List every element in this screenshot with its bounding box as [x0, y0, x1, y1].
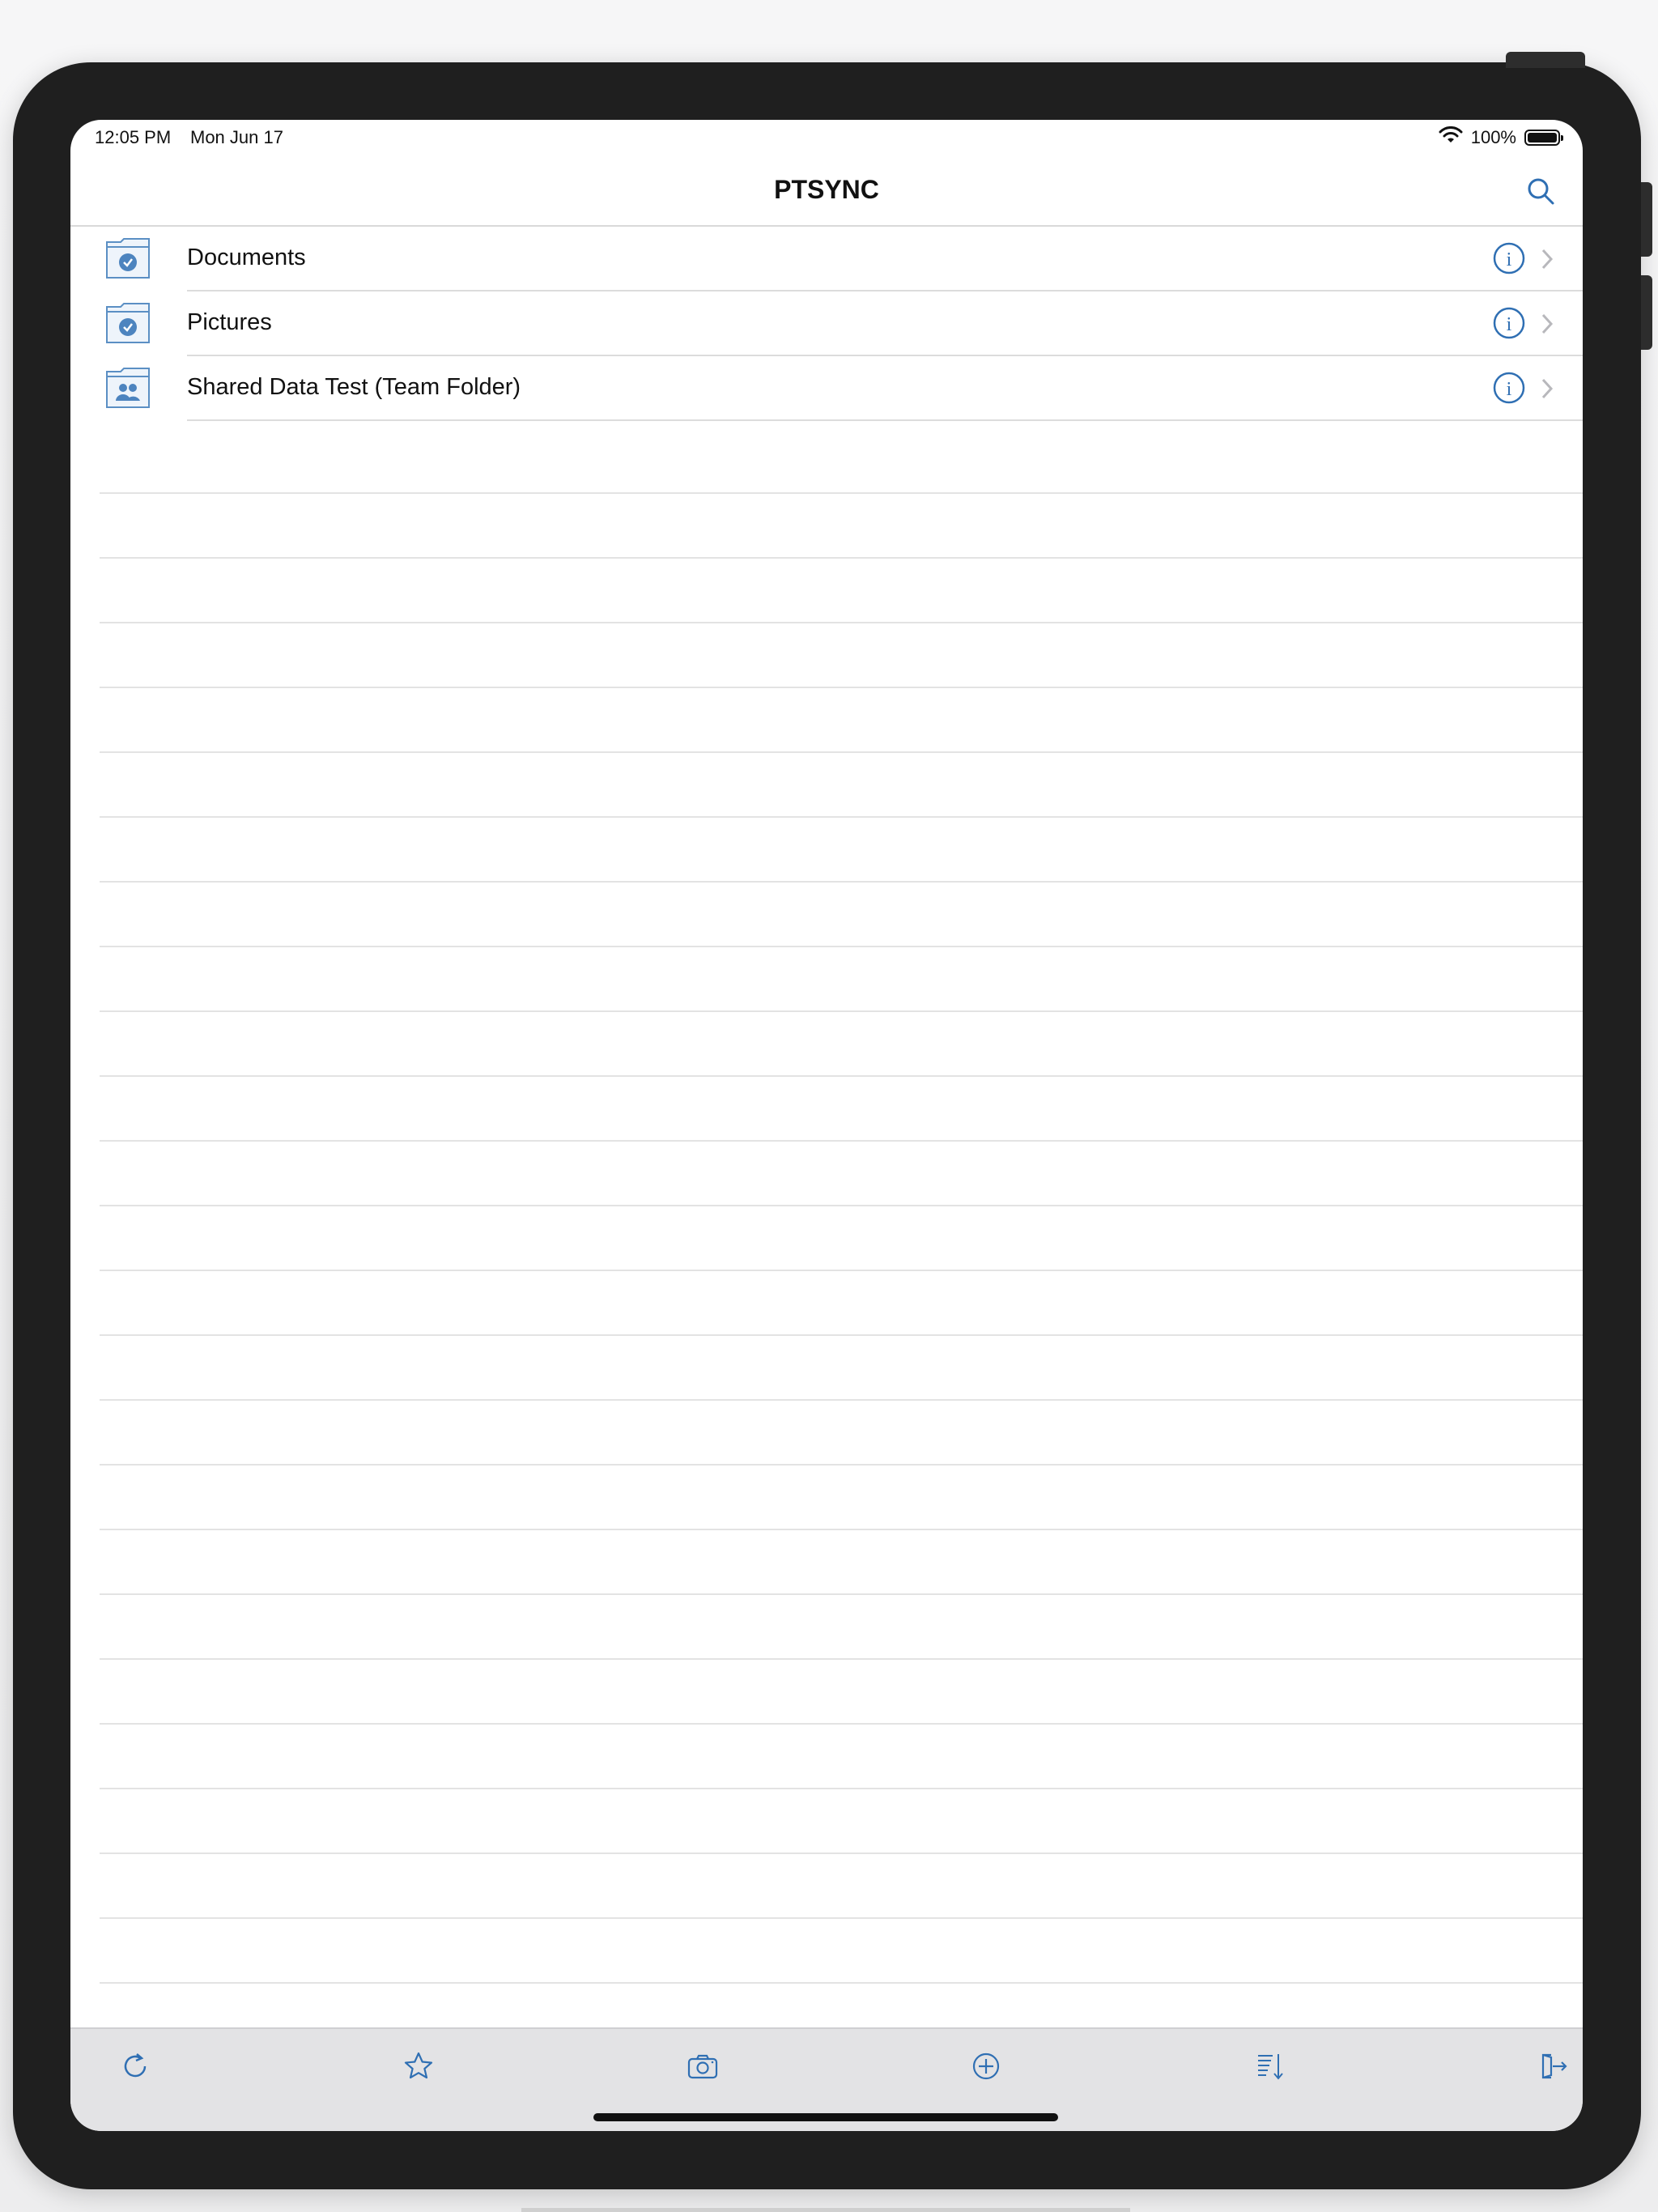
battery-icon	[1524, 130, 1563, 146]
volume-down-button	[1641, 275, 1652, 350]
home-indicator[interactable]	[593, 2113, 1058, 2121]
list-item[interactable]: Documents i	[106, 227, 1583, 291]
empty-row	[100, 818, 1583, 883]
svg-text:i: i	[1507, 379, 1512, 400]
navigation-bar: PTSYNC	[70, 155, 1583, 227]
sync-folder-icon	[104, 300, 151, 346]
add-icon[interactable]	[967, 2047, 1005, 2086]
status-time: 12:05 PM	[95, 127, 172, 147]
page-title: PTSYNC	[774, 175, 879, 204]
chevron-right-icon	[1541, 313, 1554, 335]
team-folder-icon	[104, 365, 151, 410]
list-item[interactable]: Pictures i	[106, 291, 1583, 356]
svg-text:i: i	[1507, 314, 1512, 335]
chevron-right-icon	[1541, 248, 1554, 270]
empty-row	[100, 1271, 1583, 1336]
device-stand-edge	[521, 2208, 1130, 2212]
empty-row	[100, 559, 1583, 623]
empty-row	[100, 883, 1583, 947]
list-item[interactable]: Shared Data Test (Team Folder) i	[106, 356, 1583, 421]
status-bar: 12:05 PM Mon Jun 17 100%	[70, 120, 1583, 155]
empty-row	[100, 753, 1583, 818]
page: 12:05 PM Mon Jun 17 100% PTSYNC Document…	[0, 0, 1658, 2212]
status-date: Mon Jun 17	[190, 127, 283, 147]
top-button	[1506, 52, 1585, 68]
empty-row	[100, 1595, 1583, 1660]
empty-row	[100, 1725, 1583, 1789]
info-icon[interactable]: i	[1492, 306, 1526, 340]
info-icon[interactable]: i	[1492, 371, 1526, 405]
sort-icon[interactable]	[1251, 2047, 1290, 2086]
empty-row	[100, 1465, 1583, 1530]
refresh-icon[interactable]	[116, 2047, 155, 2086]
volume-up-button	[1641, 182, 1652, 257]
wifi-icon	[1439, 126, 1463, 149]
empty-row	[100, 429, 1583, 494]
empty-row	[100, 688, 1583, 753]
list-item-label: Documents	[187, 245, 306, 270]
empty-rows	[100, 429, 1583, 2048]
empty-row	[100, 1336, 1583, 1401]
empty-row	[100, 1206, 1583, 1271]
search-icon[interactable]	[1521, 172, 1560, 211]
screen: 12:05 PM Mon Jun 17 100% PTSYNC Document…	[70, 120, 1583, 2131]
empty-row	[100, 1012, 1583, 1077]
list-item-label: Shared Data Test (Team Folder)	[187, 374, 521, 400]
bottom-toolbar	[70, 2027, 1583, 2131]
status-right: 100%	[1439, 126, 1563, 149]
svg-text:i: i	[1507, 249, 1512, 270]
sync-folder-icon	[104, 236, 151, 281]
empty-row	[100, 1401, 1583, 1465]
folder-list: Documents i Pictures i Shared Data Test …	[70, 227, 1583, 421]
empty-row	[100, 623, 1583, 688]
empty-row	[100, 494, 1583, 559]
star-icon[interactable]	[399, 2047, 438, 2086]
empty-row	[100, 1789, 1583, 1854]
empty-row	[100, 1142, 1583, 1206]
camera-icon[interactable]	[683, 2047, 722, 2086]
empty-row	[100, 1660, 1583, 1725]
empty-row	[100, 1919, 1583, 1984]
battery-percent: 100%	[1470, 127, 1516, 147]
list-item-label: Pictures	[187, 309, 272, 335]
empty-row	[100, 1854, 1583, 1919]
empty-row	[100, 1530, 1583, 1595]
empty-row	[100, 1077, 1583, 1142]
chevron-right-icon	[1541, 377, 1554, 400]
empty-row	[100, 947, 1583, 1012]
logout-icon[interactable]	[1534, 2047, 1573, 2086]
info-icon[interactable]: i	[1492, 241, 1526, 275]
